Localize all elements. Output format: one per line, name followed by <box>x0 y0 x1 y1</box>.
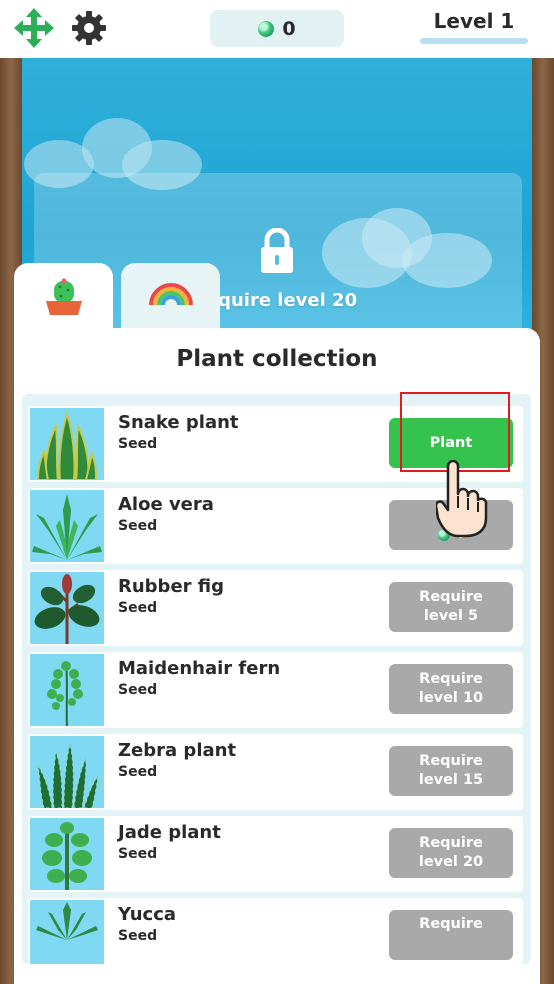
yucca-image <box>30 900 104 964</box>
plant-name: Aloe vera <box>118 494 214 515</box>
zebra-plant-image <box>30 736 104 808</box>
jade-plant-image <box>30 818 104 890</box>
maidenhair-fern-image <box>30 654 104 726</box>
level-requirement: level 15 <box>418 772 484 788</box>
plant-name: Yucca <box>118 904 177 925</box>
move-arrows-icon[interactable] <box>14 8 54 48</box>
snake-plant-image <box>30 408 104 480</box>
plant-stage: Seed <box>118 928 158 944</box>
level-progress-bar <box>420 38 528 44</box>
list-item[interactable]: Jade plant Seed Require level 20 <box>28 816 523 892</box>
require-label: Require <box>419 589 483 605</box>
hand-pointer-icon <box>436 460 488 538</box>
plant-stage: Seed <box>118 846 158 862</box>
require-level-button[interactable]: Require level 10 <box>389 664 513 714</box>
require-label: Require <box>419 916 483 932</box>
level-label: Level 1 <box>433 9 515 33</box>
plant-stage: Seed <box>118 518 158 534</box>
gem-count: 0 <box>282 17 296 40</box>
list-item[interactable]: Rubber fig Seed Require level 5 <box>28 570 523 646</box>
cactus-icon <box>46 278 82 315</box>
require-level-button[interactable]: Require level 5 <box>389 582 513 632</box>
plant-name: Maidenhair fern <box>118 658 281 679</box>
level-requirement: level 5 <box>423 608 479 624</box>
gem-icon <box>258 20 275 37</box>
plant-name: Jade plant <box>118 822 221 843</box>
plant-name: Snake plant <box>118 412 239 433</box>
gem-counter[interactable]: 0 <box>210 10 344 47</box>
gear-icon[interactable] <box>70 9 108 47</box>
level-requirement: level 10 <box>418 690 484 706</box>
lock-requirement-text: Require level 20 <box>192 290 358 311</box>
require-label: Require <box>419 835 483 851</box>
list-item[interactable]: Yucca Seed Require <box>28 898 523 964</box>
rainbow-icon <box>149 283 193 306</box>
plant-stage: Seed <box>118 764 158 780</box>
plant-stage: Seed <box>118 682 158 698</box>
level-requirement: level 20 <box>418 854 484 870</box>
top-bar: 0 Level 1 <box>0 0 554 58</box>
require-label: Require <box>419 671 483 687</box>
require-level-button[interactable]: Require level 15 <box>389 746 513 796</box>
plant-stage: Seed <box>118 436 158 452</box>
require-label: Require <box>419 753 483 769</box>
lock-icon <box>261 228 293 273</box>
list-item[interactable]: Zebra plant Seed Require level 15 <box>28 734 523 810</box>
require-level-button[interactable]: Require level 20 <box>389 828 513 878</box>
plant-stage: Seed <box>118 600 158 616</box>
plant-name: Zebra plant <box>118 740 237 761</box>
panel-title: Plant collection <box>176 346 378 372</box>
list-item[interactable]: Maidenhair fern Seed Require level 10 <box>28 652 523 728</box>
aloe-vera-image <box>30 490 104 562</box>
require-level-button[interactable]: Require <box>389 910 513 960</box>
rubber-fig-image <box>30 572 104 644</box>
plant-name: Rubber fig <box>118 576 225 597</box>
